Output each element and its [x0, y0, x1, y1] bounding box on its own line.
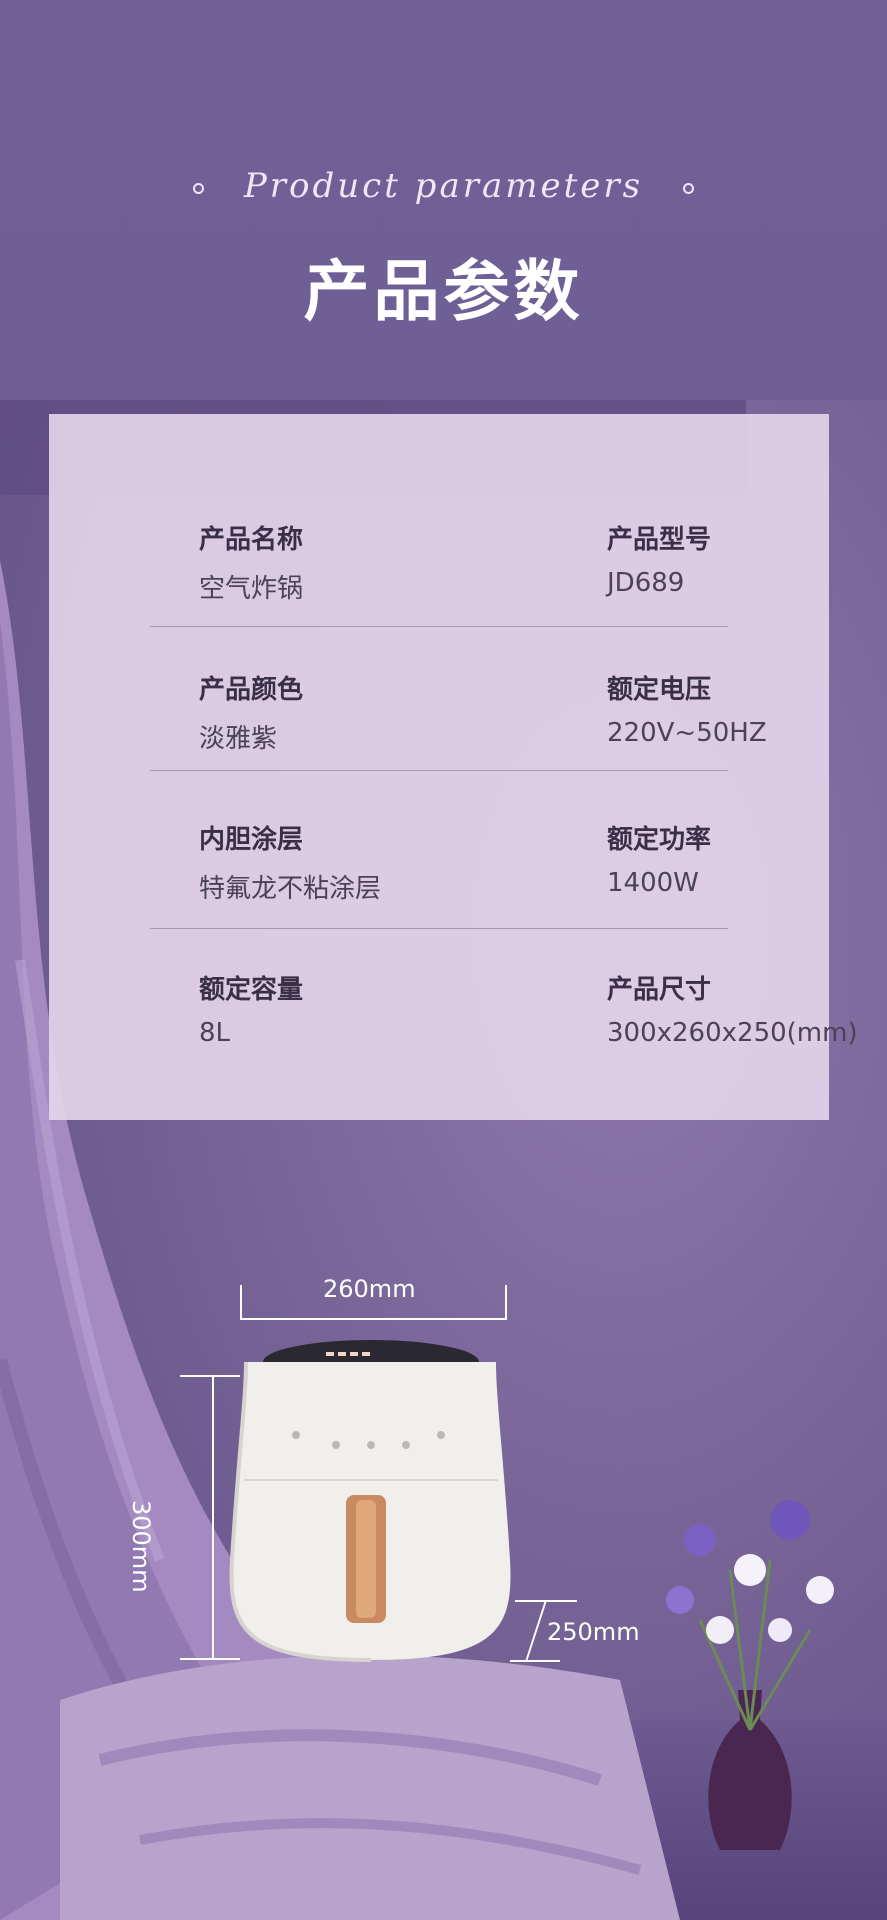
- param-label: 产品名称: [199, 525, 304, 555]
- air-fryer-image: [229, 1340, 511, 1662]
- dot-right-icon: [683, 182, 695, 194]
- param-cell: 产品尺寸 300x260x250(mm): [607, 864, 858, 1048]
- english-title-text: Product parameters: [243, 166, 644, 206]
- param-value: 8L: [199, 1018, 231, 1048]
- param-label: 产品尺寸: [607, 975, 712, 1005]
- param-label: 额定容量: [199, 975, 304, 1005]
- depth-label: 250mm: [547, 1618, 640, 1646]
- height-tick-top: [180, 1375, 240, 1377]
- width-tick-right: [505, 1285, 507, 1320]
- width-line: [240, 1318, 507, 1320]
- param-label: 额定功率: [607, 825, 712, 855]
- param-row: 额定容量 8L 产品尺寸 300x260x250(mm): [150, 864, 858, 1048]
- width-label: 260mm: [323, 1275, 416, 1303]
- height-line: [212, 1375, 214, 1660]
- dot-left-icon: [192, 182, 204, 194]
- param-label: 额定电压: [607, 675, 712, 705]
- width-tick-left: [240, 1285, 242, 1320]
- english-title: Product parameters: [0, 166, 887, 206]
- param-cell: 额定容量 8L: [199, 864, 303, 1048]
- param-value: 300x260x250(mm): [607, 1018, 858, 1048]
- param-row: 产品颜色 淡雅紫 额定电压 220V~50HZ: [150, 564, 777, 754]
- height-tick-bottom: [180, 1658, 240, 1660]
- flowers-image: [666, 1500, 834, 1731]
- parameter-panel: 产品名称 空气炸锅 产品型号 JD689 产品颜色 淡雅紫 额定电压 220V~…: [49, 414, 858, 1120]
- param-label: 内胆涂层: [199, 825, 304, 855]
- page-title: 产品参数: [303, 253, 584, 330]
- table-cloth-image: [60, 1655, 680, 1920]
- depth-line-bottom: [510, 1660, 560, 1662]
- param-row: 产品名称 空气炸锅 产品型号 JD689: [150, 414, 777, 604]
- param-row: 内胆涂层 特氟龙不粘涂层 额定功率 1400W: [150, 714, 777, 904]
- param-label: 产品颜色: [199, 675, 304, 705]
- param-label: 产品型号: [607, 525, 712, 555]
